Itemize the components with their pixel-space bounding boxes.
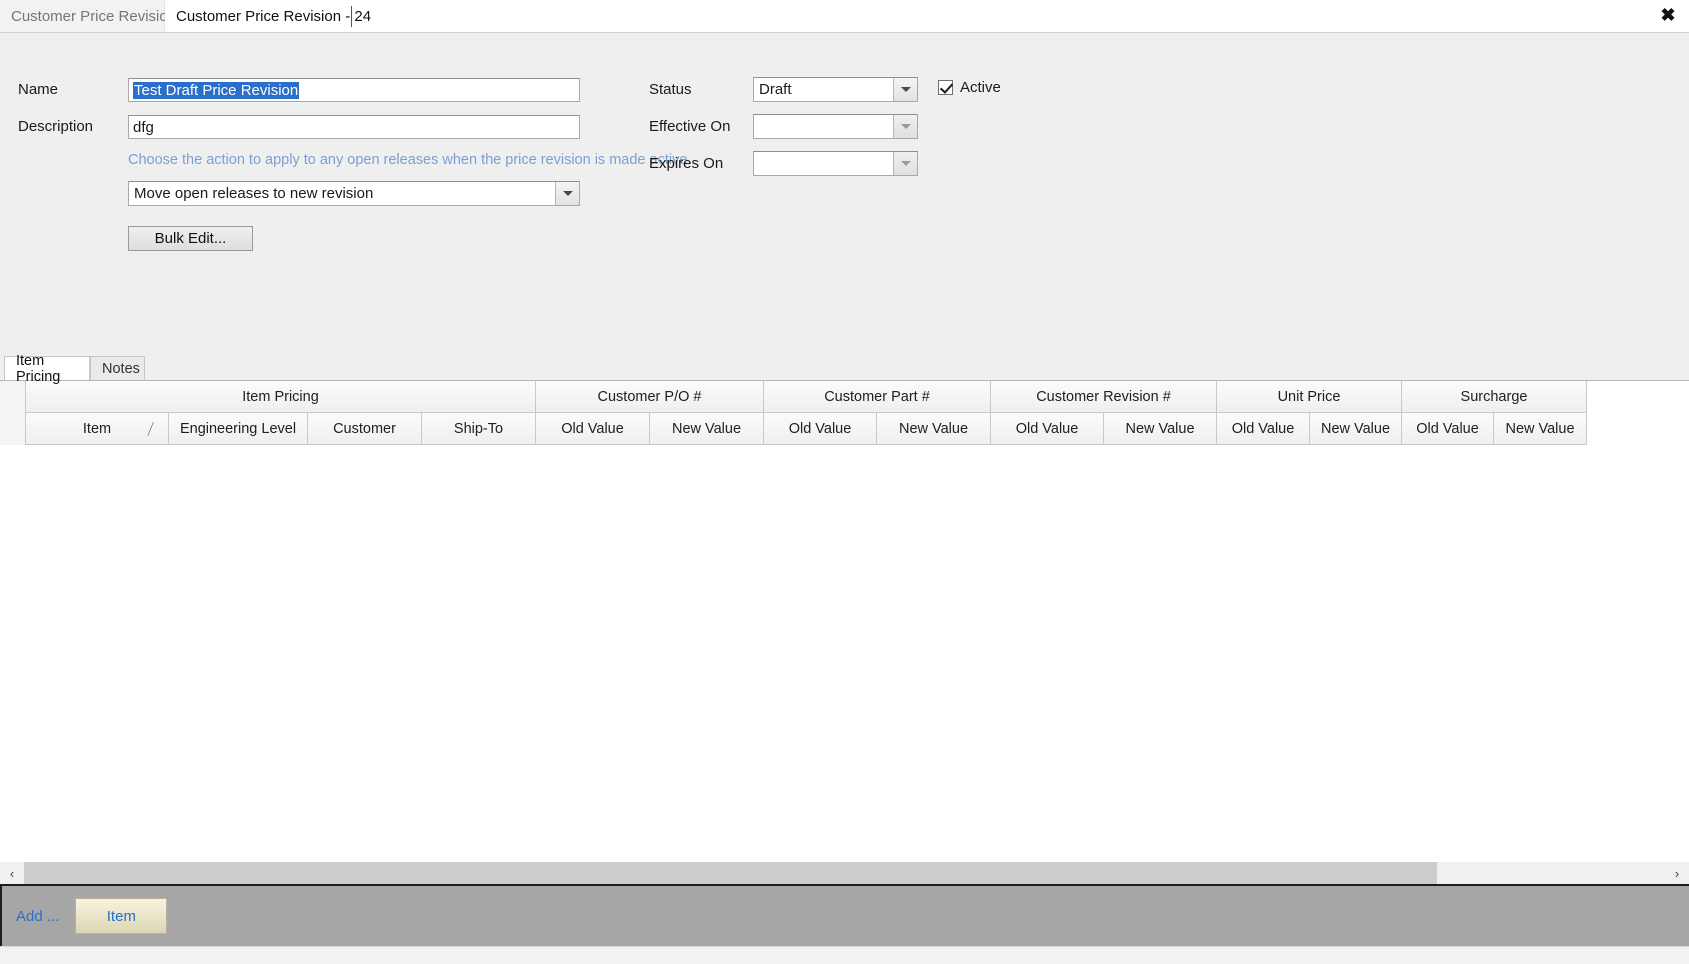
- close-icon[interactable]: ✖: [1655, 2, 1681, 28]
- grid-column-header[interactable]: Old Value: [536, 413, 650, 445]
- grid-group-header-label: Customer P/O #: [597, 388, 702, 405]
- chevron-down-icon[interactable]: [893, 152, 917, 175]
- grid-group-header-label: Customer Revision #: [1036, 388, 1171, 405]
- open-release-hint: Choose the action to apply to any open r…: [128, 152, 688, 168]
- chevron-down-icon[interactable]: [893, 78, 917, 101]
- tab-label: Item Pricing: [16, 352, 61, 385]
- name-input[interactable]: Test Draft Price Revision: [128, 78, 580, 102]
- scrollbar-track[interactable]: [24, 862, 1665, 884]
- grid-column-header-label: Old Value: [1416, 420, 1479, 437]
- open-release-action-select[interactable]: Move open releases to new revision: [128, 181, 580, 206]
- grid-column-header-label: Ship-To: [453, 420, 504, 437]
- chevron-down-icon[interactable]: [555, 182, 579, 205]
- grid-group-header[interactable]: Customer Part #: [764, 381, 991, 413]
- revision-detail-form: Name Test Draft Price Revision Descripti…: [0, 32, 1689, 356]
- open-release-action-value: Move open releases to new revision: [134, 185, 374, 202]
- sort-ascending-icon: ╱: [147, 422, 154, 436]
- effective-on-select[interactable]: [753, 114, 918, 139]
- grid-body[interactable]: [0, 445, 1689, 862]
- grid-group-header[interactable]: Surcharge: [1402, 381, 1587, 413]
- grid-column-header[interactable]: Customer: [308, 413, 422, 445]
- grid-column-header[interactable]: New Value: [650, 413, 764, 445]
- bulk-edit-button[interactable]: Bulk Edit...: [128, 226, 253, 251]
- tab-notes[interactable]: Notes: [90, 356, 145, 380]
- grid-column-header[interactable]: New Value: [1310, 413, 1402, 445]
- grid-group-header-label: Item Pricing: [242, 388, 319, 405]
- tab-caret: [351, 6, 352, 27]
- grid-column-header-label: New Value: [1320, 420, 1391, 437]
- grid-column-header-label: Engineering Level: [179, 420, 297, 437]
- tab-item-pricing[interactable]: Item Pricing: [4, 353, 90, 385]
- grid-column-header-label: Old Value: [788, 420, 852, 437]
- status-value: Draft: [759, 81, 792, 98]
- tab-label: Notes: [102, 360, 140, 377]
- grid-column-header[interactable]: Ship-To: [422, 413, 536, 445]
- add-item-button[interactable]: Item: [75, 898, 168, 934]
- document-tab-label: Customer Price Revision - 24: [176, 7, 372, 25]
- effective-on-label: Effective On: [649, 118, 731, 135]
- name-label: Name: [18, 81, 59, 98]
- detail-tab-strip: Item Pricing Notes: [0, 353, 1689, 385]
- grid-column-header-label: New Value: [898, 420, 969, 437]
- grid-column-header[interactable]: New Value: [877, 413, 991, 445]
- add-action-bar: Add ... Item: [0, 884, 1689, 946]
- grid-column-header[interactable]: Old Value: [764, 413, 877, 445]
- item-pricing-grid: Item Pricing Customer P/O # Customer Part …: [0, 380, 1689, 884]
- grid-column-header-label: Old Value: [1231, 420, 1295, 437]
- grid-group-header-label: Surcharge: [1460, 388, 1528, 405]
- grid-group-header-label: Unit Price: [1277, 388, 1341, 405]
- add-label[interactable]: Add ...: [16, 908, 59, 925]
- grid-column-header-label: New Value: [1125, 420, 1195, 437]
- grid-column-header[interactable]: Old Value: [991, 413, 1104, 445]
- document-tab-customer-price-revision-24[interactable]: Customer Price Revision - 24: [165, 0, 371, 32]
- description-label: Description: [18, 118, 94, 135]
- grid-row-indicator-gutter: [0, 381, 26, 445]
- grid-group-header-row: Item Pricing Customer P/O # Customer Part …: [26, 381, 1587, 413]
- status-select[interactable]: Draft: [753, 77, 918, 102]
- grid-column-header-label: Customer: [333, 420, 396, 437]
- grid-column-header[interactable]: New Value: [1104, 413, 1217, 445]
- grid-column-header-label: New Value: [1505, 420, 1575, 437]
- scroll-left-icon[interactable]: ‹: [0, 862, 24, 884]
- scrollbar-thumb[interactable]: [24, 862, 1437, 884]
- description-input[interactable]: dfg: [128, 115, 580, 139]
- grid-group-header[interactable]: Customer Revision #: [991, 381, 1217, 413]
- grid-column-header-row: Item ╱ Engineering Level Customer Ship-To Old…: [26, 413, 1587, 445]
- name-input-value: Test Draft Price Revision: [133, 81, 300, 99]
- description-input-value: dfg: [133, 118, 154, 136]
- grid-horizontal-scrollbar[interactable]: ‹ ›: [0, 862, 1689, 884]
- grid-group-header[interactable]: Customer P/O #: [536, 381, 764, 413]
- document-tab-customer-price-revisions[interactable]: Customer Price Revisions: [0, 0, 184, 32]
- grid-group-header[interactable]: Unit Price: [1217, 381, 1402, 413]
- active-checkbox[interactable]: Active: [938, 79, 1001, 96]
- grid-group-header-label: Customer Part #: [824, 388, 930, 405]
- expires-on-select[interactable]: [753, 151, 918, 176]
- grid-column-header[interactable]: Engineering Level: [169, 413, 308, 445]
- grid-column-header[interactable]: Old Value: [1217, 413, 1310, 445]
- status-bar: [0, 946, 1689, 964]
- expires-on-label: Expires On: [649, 155, 724, 172]
- document-tab-strip: Customer Price Revisions Customer Price …: [0, 0, 1689, 32]
- document-tab-label: Customer Price Revisions: [11, 7, 184, 25]
- grid-column-header-label: Old Value: [561, 420, 624, 437]
- checkmark-icon: [938, 80, 953, 95]
- status-label: Status: [649, 81, 692, 98]
- grid-column-header[interactable]: New Value: [1494, 413, 1587, 445]
- active-checkbox-label: Active: [960, 79, 1001, 96]
- chevron-down-icon[interactable]: [893, 115, 917, 138]
- grid-column-header-label: Old Value: [1015, 420, 1079, 437]
- grid-column-header-label: New Value: [671, 420, 742, 437]
- grid-column-header[interactable]: Old Value: [1402, 413, 1494, 445]
- grid-column-header-label: Item: [82, 420, 112, 437]
- grid-column-header[interactable]: Item ╱: [26, 413, 169, 445]
- scroll-right-icon[interactable]: ›: [1665, 862, 1689, 884]
- grid-group-header[interactable]: Item Pricing: [26, 381, 536, 413]
